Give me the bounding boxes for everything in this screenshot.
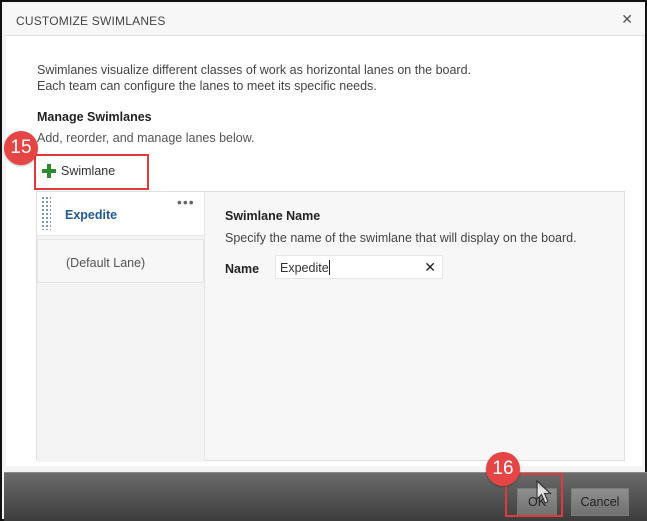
customize-swimlanes-dialog: CUSTOMIZE SWIMLANES ✕ Swimlanes visualiz… (0, 0, 647, 521)
add-swimlane-button[interactable]: Swimlane (34, 154, 149, 190)
lane-item-expedite[interactable]: Expedite ••• (37, 192, 204, 236)
mouse-cursor-icon (536, 480, 553, 504)
cancel-button[interactable]: Cancel (571, 488, 629, 516)
swimlane-name-input[interactable]: Expedite ✕ (275, 255, 443, 279)
swimlane-name-value: Expedite (280, 261, 329, 275)
plus-icon (42, 164, 56, 178)
close-icon[interactable]: ✕ (621, 11, 633, 28)
name-field-label: Name (225, 262, 260, 276)
ellipsis-icon[interactable]: ••• (177, 194, 195, 210)
swimlane-name-heading: Swimlane Name (225, 209, 321, 223)
swimlane-name-description: Specify the name of the swimlane that wi… (225, 231, 577, 245)
add-swimlane-label: Swimlane (61, 164, 116, 178)
step-badge-15: 15 (4, 131, 38, 165)
lane-item-default-lane[interactable]: (Default Lane) (37, 239, 204, 283)
drag-handle-icon[interactable] (41, 196, 51, 230)
lane-list: Expedite ••• (Default Lane) (37, 192, 204, 462)
description-line-1: Swimlanes visualize different classes of… (37, 63, 472, 77)
dialog-titlebar: CUSTOMIZE SWIMLANES ✕ (4, 4, 645, 36)
description-line-2: Each team can configure the lanes to mee… (37, 79, 377, 93)
text-caret (329, 260, 330, 275)
dialog-description: Swimlanes visualize different classes of… (37, 62, 597, 94)
lane-item-label: (Default Lane) (66, 256, 146, 270)
swimlane-detail: Swimlane Name Specify the name of the sw… (204, 192, 624, 460)
step-badge-16: 16 (486, 452, 520, 486)
swimlane-editor-panel: Expedite ••• (Default Lane) Swimlane Nam… (36, 191, 625, 462)
dialog-content: Swimlanes visualize different classes of… (6, 36, 642, 466)
manage-swimlanes-heading: Manage Swimlanes (37, 110, 152, 124)
manage-swimlanes-subtext: Add, reorder, and manage lanes below. (37, 131, 255, 145)
lane-item-label: Expedite (65, 208, 118, 222)
clear-icon[interactable]: ✕ (424, 259, 436, 276)
dialog-title: CUSTOMIZE SWIMLANES (16, 14, 166, 28)
